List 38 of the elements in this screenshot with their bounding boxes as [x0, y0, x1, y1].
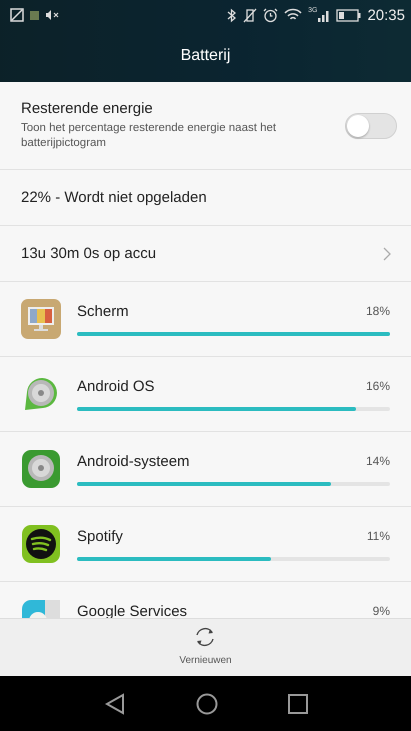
battery-status: 22% - Wordt niet opgeladen	[21, 189, 207, 206]
image-icon	[30, 10, 39, 20]
screen-title: Batterij	[180, 47, 230, 65]
bluetooth-icon	[227, 8, 238, 22]
runtime-text: 13u 30m 0s op accu	[21, 245, 156, 262]
picture-icon	[10, 8, 24, 22]
usage-percent: 9%	[372, 604, 390, 618]
alarm-icon	[263, 8, 278, 22]
app-name: Spotify	[77, 528, 123, 544]
setting-title: Resterende energie	[21, 100, 154, 118]
signal-icon	[318, 8, 330, 22]
usage-percent: 14%	[366, 454, 390, 468]
spotify-app-icon	[21, 524, 61, 564]
chevron-right-icon	[383, 246, 391, 260]
recents-icon[interactable]	[288, 694, 308, 714]
usage-percent: 11%	[366, 529, 390, 543]
usage-percent: 18%	[366, 304, 390, 318]
mute-icon	[45, 9, 59, 21]
wifi-icon	[284, 8, 302, 22]
app-usage-item[interactable]: Android OS 16%	[0, 357, 411, 432]
app-name: Android OS	[77, 378, 155, 394]
app-name: Scherm	[77, 302, 129, 320]
vibrate-off-icon	[243, 8, 258, 22]
app-usage-item[interactable]: Scherm 18%	[0, 282, 411, 357]
usage-percent: 16%	[366, 379, 390, 393]
battery-icon	[336, 8, 362, 22]
refresh-button[interactable]: Vernieuwen	[171, 619, 240, 676]
app-usage-item[interactable]: Spotify 11%	[0, 507, 411, 582]
back-icon[interactable]	[104, 692, 126, 714]
toggle-switch[interactable]	[345, 112, 397, 138]
app-usage-item[interactable]: Android-systeem 14%	[0, 432, 411, 507]
runtime-item[interactable]: 13u 30m 0s op accu	[0, 226, 411, 282]
setting-description: Toon het percentage resterende energie naast het batterijpictogram	[21, 121, 278, 151]
home-icon[interactable]	[196, 692, 218, 714]
monitor-app-icon	[21, 299, 61, 339]
app-name: Android-systeem	[77, 452, 190, 470]
disc-app-icon	[21, 449, 61, 489]
clock: 20:35	[367, 6, 405, 24]
